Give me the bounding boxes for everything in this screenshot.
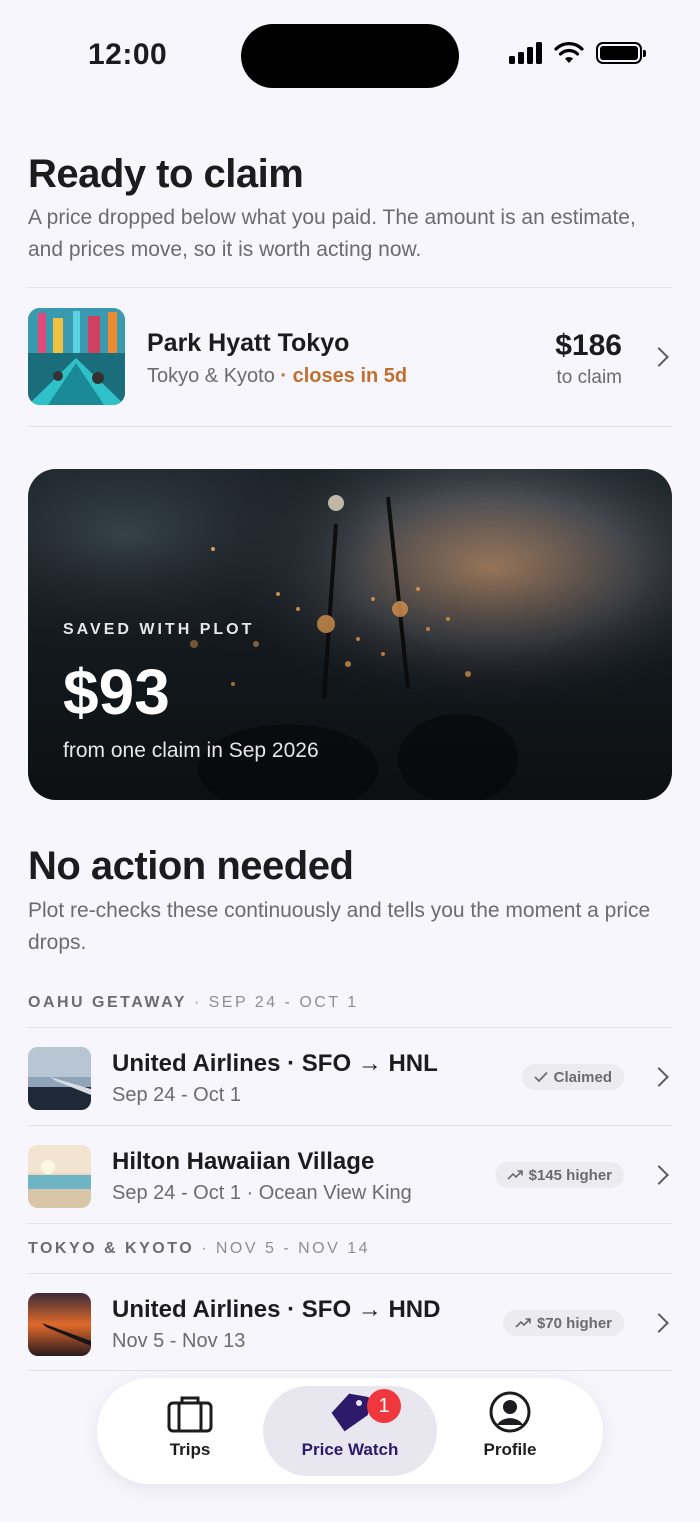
claim-amount-label: to claim: [556, 367, 622, 388]
divider: [28, 287, 672, 288]
status-pill-claimed: Claimed: [521, 1064, 624, 1090]
status-text: $145 higher: [528, 1166, 612, 1184]
claim-subtitle: Tokyo & Kyoto · closes in 5d: [147, 365, 407, 388]
dynamic-island: [241, 24, 459, 88]
divider: [28, 1223, 672, 1224]
watch-row-united-hnd[interactable]: United Airlines · SFO → HND Nov 5 - Nov …: [28, 1274, 672, 1372]
group-header-oahu: OAHU GETAWAY · SEP 24 - OCT 1: [28, 994, 359, 1012]
wifi-icon: [554, 42, 584, 63]
battery-icon: [596, 42, 646, 64]
claim-separator: ·: [274, 365, 293, 387]
tab-label: Price Watch: [301, 1440, 399, 1459]
group-dates: · NOV 5 - NOV 14: [194, 1240, 371, 1257]
watch-subtitle: Nov 5 - Nov 13: [112, 1330, 246, 1352]
trend-up-icon: [515, 1318, 531, 1328]
status-icons: [509, 42, 646, 64]
watch-title: United Airlines · SFO → HNL: [112, 1050, 438, 1077]
watch-title: United Airlines · SFO → HND: [112, 1296, 441, 1323]
tab-label: Trips: [169, 1440, 211, 1459]
claim-amount: $186: [555, 329, 622, 362]
chevron-right-icon: [649, 1067, 669, 1087]
saved-with-plot-card: SAVED WITH PLOT $93 from one claim in Se…: [28, 469, 672, 800]
flight-thumbnail: [28, 1047, 91, 1110]
group-header-tokyo: TOKYO & KYOTO · NOV 5 - NOV 14: [28, 1240, 370, 1258]
person-circle-icon: [489, 1391, 531, 1433]
divider: [28, 1370, 672, 1371]
tab-profile[interactable]: Profile: [447, 1386, 573, 1476]
hotel-thumbnail: [28, 308, 125, 405]
status-text: $70 higher: [536, 1314, 612, 1332]
claim-row-park-hyatt[interactable]: Park Hyatt Tokyo Tokyo & Kyoto · closes …: [28, 289, 672, 426]
hotel-thumbnail: [28, 1145, 91, 1208]
watch-subtitle: Sep 24 - Oct 1: [112, 1084, 241, 1106]
claim-deadline: closes in 5d: [292, 365, 408, 387]
chevron-right-icon: [649, 1165, 669, 1185]
saved-label: SAVED WITH PLOT: [63, 621, 255, 638]
group-name: OAHU GETAWAY: [28, 994, 187, 1011]
status-pill-higher: $70 higher: [502, 1310, 624, 1336]
divider: [28, 426, 672, 427]
tab-label: Profile: [483, 1440, 537, 1459]
ready-description: A price dropped below what you paid. The…: [28, 206, 636, 261]
watch-row-united-hnl[interactable]: United Airlines · SFO → HNL Sep 24 - Oct…: [28, 1028, 672, 1126]
check-icon: [534, 1071, 548, 1083]
watch-row-hilton[interactable]: Hilton Hawaiian Village Sep 24 - Oct 1 ·…: [28, 1126, 672, 1224]
no-action-title: No action needed: [28, 844, 354, 888]
watch-subtitle: Sep 24 - Oct 1 · Ocean View King: [112, 1182, 412, 1204]
trend-up-icon: [507, 1170, 523, 1180]
status-bar: 12:00: [0, 0, 700, 110]
group-dates: · SEP 24 - OCT 1: [186, 994, 359, 1011]
chevron-right-icon: [649, 347, 669, 367]
chevron-right-icon: [649, 1313, 669, 1333]
flight-thumbnail: [28, 1293, 91, 1356]
status-time: 12:00: [88, 38, 168, 71]
tab-trips[interactable]: Trips: [127, 1386, 253, 1476]
no-action-description: Plot re-checks these continuously and te…: [28, 899, 651, 954]
briefcase-icon: [167, 1396, 213, 1433]
saved-description: from one claim in Sep 2026: [63, 739, 319, 762]
tab-price-watch[interactable]: Price Watch 1: [263, 1386, 437, 1476]
watch-title: Hilton Hawaiian Village: [112, 1148, 375, 1175]
notification-badge: 1: [367, 1389, 401, 1423]
price-tag-icon: [331, 1393, 371, 1432]
status-pill-higher: $145 higher: [494, 1162, 624, 1188]
ready-title: Ready to claim: [28, 152, 304, 196]
group-name: TOKYO & KYOTO: [28, 1240, 195, 1257]
cellular-signal-icon: [509, 42, 542, 64]
tab-bar: Trips Price Watch 1 Profile: [97, 1378, 603, 1484]
claim-location: Tokyo & Kyoto: [147, 365, 275, 387]
saved-amount: $93: [63, 656, 170, 728]
claim-title: Park Hyatt Tokyo: [147, 329, 350, 357]
status-text: Claimed: [553, 1068, 612, 1086]
